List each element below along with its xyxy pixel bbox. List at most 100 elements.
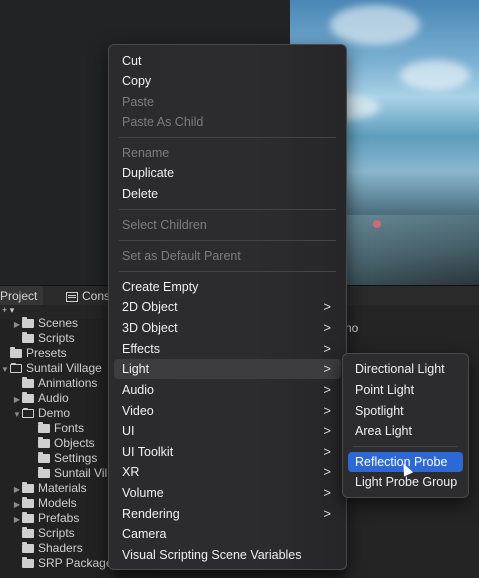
tree-item[interactable]: Animations [12,376,97,391]
tree-item-label: Audio [38,391,69,405]
menu-item-label: Rendering [122,507,180,521]
chevron-right-icon: > [323,506,331,521]
tab-project[interactable]: Project [0,286,44,306]
menu-item-video[interactable]: Video > [114,401,341,421]
menu-item-3d-object[interactable]: 3D Object > [114,318,341,338]
menu-item-label: Set as Default Parent [122,249,241,263]
expand-arrow-down-icon[interactable]: ▼ [12,407,22,422]
menu-item-label: Delete [122,187,159,201]
tree-item-label: Models [38,496,77,510]
folder-icon [22,392,34,403]
menu-separator [119,209,336,210]
folder-icon [22,317,34,328]
menu-item-effects[interactable]: Effects > [114,339,341,359]
folder-icon [22,512,34,523]
submenu-item-label: Area Light [355,424,412,438]
menu-item-label: Cut [122,54,142,68]
menu-separator [119,271,336,272]
tree-item-label: Presets [26,346,67,360]
menu-item-camera[interactable]: Camera [114,524,341,544]
create-dropdown-icon[interactable]: + ▾ [2,305,14,316]
chevron-right-icon: > [323,382,331,397]
tree-item[interactable]: ▶ Models [12,496,77,511]
tree-item-label: Scenes [38,316,79,330]
tree-item[interactable]: Presets [0,346,67,361]
tree-item-label: Animations [38,376,98,390]
menu-item-2d-object[interactable]: 2D Object > [114,297,341,317]
tree-item[interactable]: Scripts [12,331,75,346]
menu-item-label: 2D Object [122,300,178,314]
tree-item-label: Scripts [38,331,75,345]
menu-item-rendering[interactable]: Rendering > [114,504,341,524]
menu-item-visual-scripting[interactable]: Visual Scripting Scene Variables [114,545,341,565]
menu-item-ui-toolkit[interactable]: UI Toolkit > [114,442,341,462]
chevron-right-icon: > [323,320,331,335]
tree-item[interactable]: ▼ Demo [12,406,70,421]
submenu-item-spotlight[interactable]: Spotlight [348,401,463,421]
tree-item[interactable]: ▶ Audio [12,391,69,406]
expand-arrow-right-icon[interactable]: ▶ [12,317,22,332]
expand-arrow-right-icon[interactable]: ▶ [12,512,22,527]
submenu-item-point-light[interactable]: Point Light [348,380,463,400]
folder-icon [38,437,50,448]
folder-icon [22,557,34,568]
tree-item[interactable]: ▼ Suntail Village [0,361,102,376]
tree-item[interactable]: Objects [28,436,95,451]
folder-open-icon [22,408,34,418]
tab-console[interactable]: Cons [66,286,110,306]
tree-item[interactable]: Fonts [28,421,84,436]
folder-open-icon [10,363,22,373]
tree-item-label: Demo [38,406,71,420]
light-submenu: Directional Light Point Light Spotlight … [342,353,469,498]
expand-arrow-right-icon[interactable]: ▶ [12,392,22,407]
tree-item[interactable]: ▶ Prefabs [12,511,79,526]
menu-item-label: Effects [122,342,160,356]
menu-item-volume[interactable]: Volume > [114,483,341,503]
menu-item-label: 3D Object [122,321,178,335]
chevron-right-icon: > [323,299,331,314]
chevron-right-icon: > [323,403,331,418]
submenu-item-directional-light[interactable]: Directional Light [348,359,463,379]
folder-icon [22,527,34,538]
tree-item[interactable]: Suntail Vil [28,466,107,481]
menu-item-label: Camera [122,527,167,541]
inspector-label: no [345,321,359,335]
cloud [330,5,420,45]
menu-item-create-empty[interactable]: Create Empty [114,277,341,297]
menu-item-duplicate[interactable]: Duplicate [114,163,341,183]
menu-item-label: Video [122,404,154,418]
menu-item-xr[interactable]: XR > [114,462,341,482]
menu-item-audio[interactable]: Audio > [114,380,341,400]
submenu-item-label: Light Probe Group [355,475,458,489]
menu-item-cut[interactable]: Cut [114,51,341,71]
project-tree: ▶ Scenes Scripts Presets ▼ Suntail Village Ani… [0,316,119,578]
expand-arrow-down-icon[interactable]: ▼ [0,362,10,377]
submenu-separator [353,446,458,447]
tree-item[interactable]: SRP Packages [12,556,119,571]
tree-item[interactable]: Scripts [12,526,75,541]
submenu-item-area-light[interactable]: Area Light [348,421,463,441]
menu-item-ui[interactable]: UI > [114,421,341,441]
menu-item-label: Rename [122,146,170,160]
chevron-right-icon: > [323,464,331,479]
folder-icon [38,452,50,463]
menu-item-label: Paste As Child [122,115,204,129]
expand-arrow-right-icon[interactable]: ▶ [12,497,22,512]
tree-item[interactable]: Shaders [12,541,83,556]
menu-item-copy[interactable]: Copy [114,71,341,91]
expand-arrow-right-icon[interactable]: ▶ [12,482,22,497]
folder-icon [22,377,34,388]
menu-item-label: XR [122,465,140,479]
chevron-right-icon: > [323,485,331,500]
tree-item[interactable]: ▶ Scenes [12,316,78,331]
tree-item-label: Fonts [54,421,85,435]
menu-item-rename: Rename [114,143,341,163]
tab-project-label: Project [0,289,38,303]
tree-item-label: Suntail Village [26,361,102,375]
menu-item-label: Audio [122,383,154,397]
menu-item-light[interactable]: Light > [114,359,341,379]
tree-item[interactable]: Settings [28,451,97,466]
tree-item[interactable]: ▶ Materials [12,481,87,496]
menu-item-delete[interactable]: Delete [114,184,341,204]
menu-item-select-children: Select Children [114,215,341,235]
